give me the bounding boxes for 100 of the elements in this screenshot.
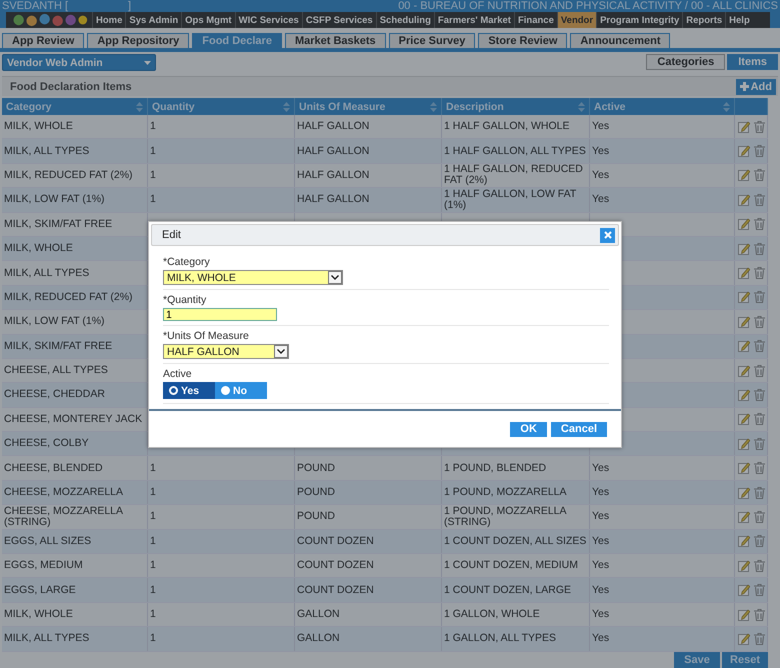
description-cell: 1 POUND, BLENDED xyxy=(444,462,546,474)
trash-icon[interactable] xyxy=(754,291,764,304)
active-cell: Yes xyxy=(592,487,610,498)
description-cell: 1 HALF GALLON, WHOLE xyxy=(444,121,570,132)
edit-icon[interactable] xyxy=(738,608,750,620)
quantity-cell: 1 xyxy=(150,170,156,181)
view-tab[interactable]: Items xyxy=(727,54,778,70)
trash-icon[interactable] xyxy=(754,462,764,474)
chevron-down-icon xyxy=(331,275,339,280)
dialog-button[interactable]: OK xyxy=(510,422,547,437)
edit-icon[interactable] xyxy=(738,413,750,426)
trash-icon[interactable] xyxy=(754,340,764,352)
trash-icon[interactable] xyxy=(754,413,764,426)
trash-icon[interactable] xyxy=(754,218,764,230)
trash-icon[interactable] xyxy=(754,316,764,328)
trash-icon[interactable] xyxy=(754,560,764,572)
quantity-cell: 1 xyxy=(150,536,156,547)
quantity-cell: 1 xyxy=(150,609,156,620)
category-cell: CHEESE, MONTEREY JACK xyxy=(4,414,142,425)
trash-icon[interactable] xyxy=(754,584,764,596)
active-cell: Yes xyxy=(592,633,610,644)
unit-cell: POUND xyxy=(297,487,335,498)
trash-icon[interactable] xyxy=(754,242,764,255)
sort-icon xyxy=(136,102,143,112)
unit-cell: POUND xyxy=(297,511,335,522)
active-cell: Yes xyxy=(592,584,610,596)
edit-icon[interactable] xyxy=(738,486,750,499)
edit-icon[interactable] xyxy=(738,340,750,352)
category-cell-text: CHEESE, MOZZARELLA (STRING) xyxy=(4,506,124,528)
tab[interactable]: App Review xyxy=(2,33,84,48)
trash-icon[interactable] xyxy=(754,169,764,182)
edit-icon[interactable] xyxy=(738,510,750,523)
trash-icon[interactable] xyxy=(754,535,764,548)
unit-cell: HALF GALLON xyxy=(297,121,370,132)
trash-icon[interactable] xyxy=(754,632,764,645)
trash-icon[interactable] xyxy=(754,608,764,620)
edit-icon[interactable] xyxy=(738,438,750,450)
unit-cell: COUNT DOZEN xyxy=(297,560,374,572)
edit-icon[interactable] xyxy=(738,462,750,474)
role-dropdown[interactable]: Vendor Web Admin xyxy=(2,54,156,71)
quantity-cell: 1 xyxy=(150,487,156,498)
tab[interactable]: Announcement xyxy=(570,33,670,48)
edit-icon[interactable] xyxy=(738,267,750,280)
user-name: SVEDANTH [ xyxy=(2,0,68,12)
radio-option[interactable]: No xyxy=(215,382,267,399)
view-tab[interactable]: Categories xyxy=(646,54,726,70)
description-cell: 1 GALLON, WHOLE xyxy=(444,609,540,620)
chevron-down-icon xyxy=(277,349,285,354)
trash-icon[interactable] xyxy=(754,145,764,158)
trash-icon[interactable] xyxy=(754,510,764,523)
sort-icon xyxy=(723,102,730,112)
edit-icon[interactable] xyxy=(738,364,750,377)
menu-item[interactable]: Farmers' Market xyxy=(434,12,514,28)
description-cell-text: 1 HALF GALLON, REDUCED FAT (2%) xyxy=(444,164,584,186)
menu-item[interactable]: Vendor xyxy=(556,12,596,28)
edit-icon[interactable] xyxy=(738,632,750,645)
edit-icon[interactable] xyxy=(738,316,750,328)
edit-icon[interactable] xyxy=(738,120,750,133)
edit-icon[interactable] xyxy=(738,291,750,304)
tab[interactable]: Price Survey xyxy=(388,33,476,48)
trash-icon[interactable] xyxy=(754,194,764,206)
add-button[interactable]: Add xyxy=(736,78,776,94)
tab[interactable]: Store Review xyxy=(478,33,568,48)
radio-option[interactable]: Yes xyxy=(163,382,215,399)
menu-item[interactable]: Home xyxy=(92,12,126,28)
edit-icon[interactable] xyxy=(738,388,750,401)
quantity-cell: 1 xyxy=(150,511,156,522)
trash-icon[interactable] xyxy=(754,364,764,377)
dialog-button[interactable]: Cancel xyxy=(550,422,607,437)
user-name-end: ] xyxy=(128,0,132,12)
select-field[interactable]: HALF GALLON xyxy=(163,344,289,359)
category-cell: CHEESE, MOZZARELLA xyxy=(4,487,124,498)
edit-icon[interactable] xyxy=(738,169,750,182)
menu-item[interactable]: Program Integrity xyxy=(596,12,682,28)
category-cell: EGGS, ALL SIZES xyxy=(4,536,92,547)
edit-icon[interactable] xyxy=(738,584,750,596)
active-cell: Yes xyxy=(592,560,610,572)
trash-icon[interactable] xyxy=(754,486,764,499)
edit-icon[interactable] xyxy=(738,145,750,158)
edit-icon[interactable] xyxy=(738,218,750,230)
tab[interactable]: Market Baskets xyxy=(284,33,386,48)
active-cell: Yes xyxy=(592,194,610,206)
menu-item[interactable]: Finance xyxy=(514,12,557,28)
select-field[interactable]: MILK, WHOLE xyxy=(163,270,343,285)
category-cell: MILK, REDUCED FAT (2%) xyxy=(4,170,133,181)
trash-icon[interactable] xyxy=(754,388,764,401)
edit-icon[interactable] xyxy=(738,242,750,255)
edit-icon[interactable] xyxy=(738,560,750,572)
close-button[interactable] xyxy=(600,228,615,242)
input-field[interactable]: 1 xyxy=(163,308,277,321)
category-cell: CHEESE, BLENDED xyxy=(4,462,103,474)
tab[interactable]: App Repository xyxy=(87,33,190,48)
edit-icon[interactable] xyxy=(738,194,750,206)
trash-icon[interactable] xyxy=(754,267,764,280)
description-cell: 1 GALLON, ALL TYPES xyxy=(444,633,556,644)
quantity-cell: 1 xyxy=(150,462,156,474)
active-cell: Yes xyxy=(592,146,610,157)
trash-icon[interactable] xyxy=(754,120,764,133)
edit-icon[interactable] xyxy=(738,535,750,548)
trash-icon[interactable] xyxy=(754,438,764,450)
